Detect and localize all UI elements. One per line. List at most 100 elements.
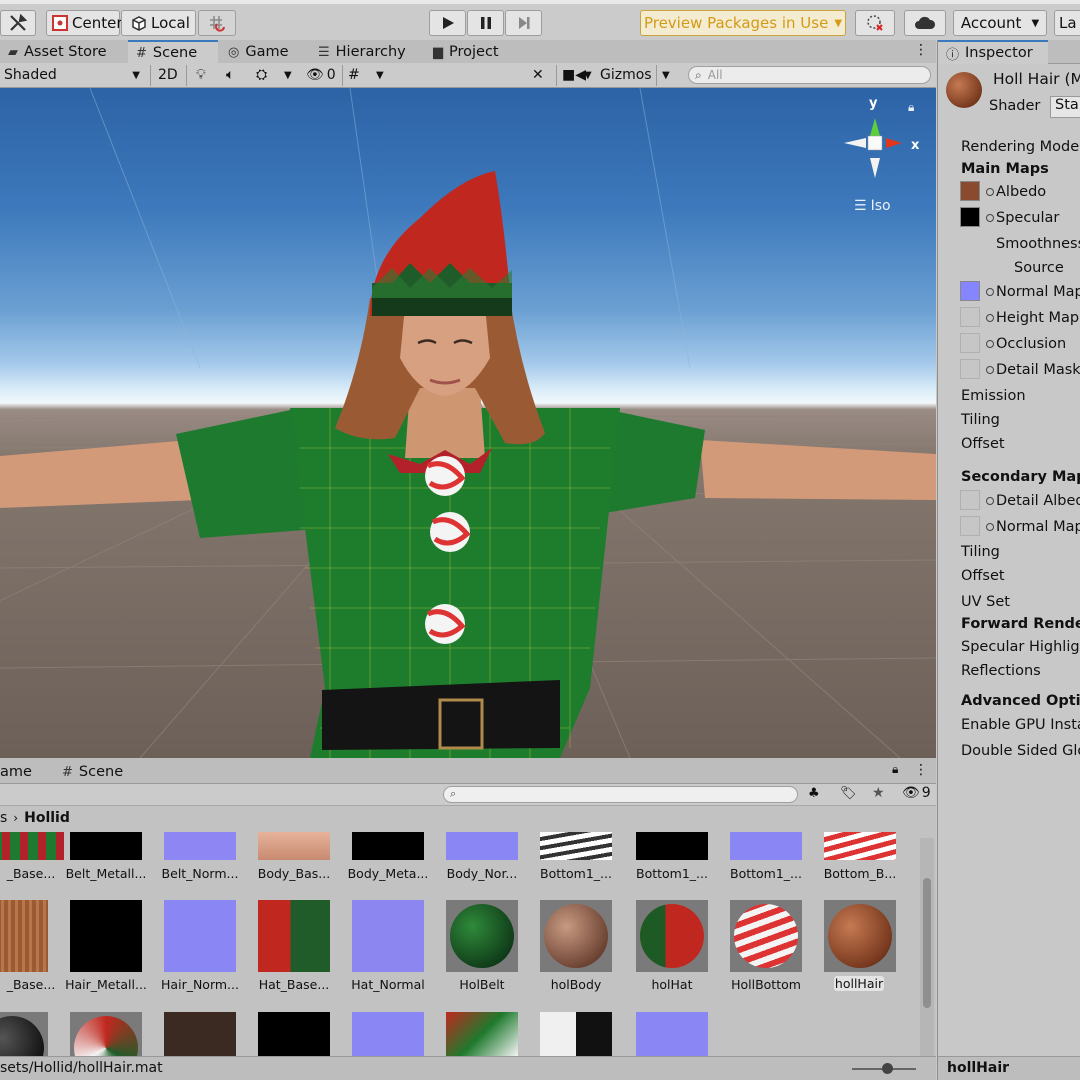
asset-thumbnail[interactable] — [258, 1012, 330, 1056]
effects-dropdown[interactable]: ▼ — [284, 65, 292, 85]
more-options-icon[interactable]: ⋮ — [914, 42, 928, 58]
asset-thumbnail[interactable] — [70, 832, 142, 860]
gizmos-button[interactable]: Gizmos — [600, 65, 652, 85]
asset-thumbnail[interactable] — [352, 1012, 424, 1056]
filter-by-label-icon[interactable]: 🏷︎ — [840, 786, 857, 801]
asset-thumbnail[interactable] — [258, 832, 330, 860]
lighting-toggle[interactable]: 💡︎ — [196, 65, 206, 85]
favorite-star-icon[interactable]: ★ — [872, 785, 885, 801]
asset-thumbnail[interactable] — [70, 900, 142, 972]
occlusion-slot[interactable] — [960, 333, 980, 353]
normal-map-picker-icon[interactable] — [986, 288, 994, 296]
scrollbar-thumb[interactable] — [923, 878, 931, 1008]
play-button[interactable] — [429, 10, 466, 36]
asset-thumbnail[interactable] — [164, 832, 236, 860]
breadcrumb-prev[interactable]: s — [0, 810, 7, 826]
asset-thumbnail[interactable] — [70, 1012, 142, 1056]
more-options-icon[interactable]: ⋮ — [914, 762, 928, 778]
hidden-objects-toggle[interactable]: 👁︎ 0 — [306, 65, 336, 85]
scene-viewport[interactable]: y x ☰ Iso 🔒︎ — [0, 88, 936, 758]
specular-texture-slot[interactable] — [960, 207, 980, 227]
preview-packages-dropdown[interactable]: Preview Packages in Use ▼ — [640, 10, 846, 36]
asset-thumbnail[interactable] — [824, 832, 896, 860]
camera-button[interactable]: ■◀ — [562, 65, 586, 85]
asset-thumbnail[interactable] — [446, 832, 518, 860]
asset-thumbnail[interactable] — [258, 900, 330, 972]
tab-scene-bottom[interactable]: # Scene — [54, 760, 138, 784]
detail-mask-picker-icon[interactable] — [986, 366, 994, 374]
albedo-picker-icon[interactable] — [986, 188, 994, 196]
shader-dropdown[interactable]: Star — [1050, 96, 1080, 118]
audio-toggle[interactable]: 🔈︎ — [226, 65, 234, 85]
tab-inspector[interactable]: ⓘ Inspector — [938, 40, 1048, 64]
thumbnail-size-slider[interactable] — [852, 1063, 916, 1074]
asset-thumbnail[interactable] — [636, 1012, 708, 1056]
detail-albedo-picker-icon[interactable] — [986, 497, 994, 505]
gizmos-dropdown[interactable]: ▼ — [662, 65, 670, 85]
project-scrollbar[interactable] — [920, 838, 934, 1058]
normal-map-slot[interactable] — [960, 281, 980, 301]
collab-button[interactable] — [855, 10, 895, 36]
grid-dropdown[interactable]: ▼ — [376, 65, 384, 85]
asset-thumbnail[interactable] — [636, 832, 708, 860]
tools-button[interactable] — [0, 10, 36, 36]
secondary-normal-picker-icon[interactable] — [986, 523, 994, 531]
specular-picker-icon[interactable] — [986, 214, 994, 222]
asset-thumbnail[interactable] — [0, 900, 48, 972]
secondary-normal-map-slot[interactable] — [960, 516, 980, 536]
asset-thumbnail[interactable] — [352, 900, 424, 972]
layers-dropdown[interactable]: La — [1054, 10, 1080, 36]
grid-snap-button[interactable] — [198, 10, 236, 36]
search-icon: ⌕ — [695, 67, 702, 82]
scene-tools-button[interactable]: ✕ — [532, 65, 544, 85]
albedo-texture-slot[interactable] — [960, 181, 980, 201]
grid-toggle[interactable]: # — [348, 65, 360, 85]
asset-thumbnail[interactable] — [636, 900, 708, 972]
tab-game-bottom[interactable]: ame — [0, 760, 38, 784]
tab-scene-bottom-label: Scene — [78, 764, 124, 780]
height-map-picker-icon[interactable] — [986, 314, 994, 322]
pivot-local-button[interactable]: Local — [121, 10, 196, 36]
pause-button[interactable] — [467, 10, 504, 36]
height-map-slot[interactable] — [960, 307, 980, 327]
asset-thumbnail[interactable] — [164, 900, 236, 972]
slider-handle[interactable] — [882, 1063, 893, 1074]
effects-toggle[interactable]: ⛭ — [256, 65, 267, 85]
scene-search-placeholder: All — [707, 68, 723, 82]
tab-project[interactable]: ▆ Project — [425, 40, 515, 64]
occlusion-picker-icon[interactable] — [986, 340, 994, 348]
filter-by-type-icon[interactable]: ♣ — [808, 786, 820, 801]
tab-asset-store[interactable]: ▰ Asset Store — [0, 40, 126, 64]
asset-thumbnail[interactable] — [446, 900, 518, 972]
scene-search-input[interactable]: ⌕ All — [688, 66, 931, 84]
project-search-input[interactable]: ⌕ — [443, 786, 798, 803]
breadcrumb-current[interactable]: Hollid — [24, 810, 70, 826]
camera-dropdown[interactable]: ▼ — [584, 65, 592, 85]
tab-hierarchy[interactable]: ☰ Hierarchy — [310, 40, 422, 64]
step-button[interactable] — [505, 10, 542, 36]
asset-thumbnail[interactable] — [540, 900, 612, 972]
cloud-button[interactable] — [904, 10, 946, 36]
detail-albedo-slot[interactable] — [960, 490, 980, 510]
shading-mode-dropdown[interactable]: Shaded ▼ — [4, 65, 144, 85]
asset-thumbnail[interactable] — [0, 832, 64, 860]
projection-toggle[interactable]: ☰ Iso — [854, 198, 891, 214]
asset-thumbnail[interactable] — [540, 832, 612, 860]
asset-thumbnail-selected[interactable] — [824, 900, 896, 972]
asset-thumbnail[interactable] — [730, 832, 802, 860]
pivot-center-button[interactable]: Center — [46, 10, 123, 36]
account-dropdown[interactable]: Account ▼ — [953, 10, 1047, 36]
lock-icon[interactable]: 🔒︎ — [892, 762, 898, 777]
hidden-packages-toggle[interactable]: 👁︎ 9 — [902, 785, 931, 801]
asset-thumbnail[interactable] — [446, 1012, 518, 1056]
tab-game[interactable]: ◎ Game — [220, 40, 302, 64]
2d-toggle[interactable]: 2D — [158, 65, 178, 85]
asset-thumbnail[interactable] — [352, 832, 424, 860]
detail-mask-slot[interactable] — [960, 359, 980, 379]
asset-thumbnail[interactable] — [730, 900, 802, 972]
asset-thumbnail[interactable] — [164, 1012, 236, 1056]
tab-scene[interactable]: # Scene — [128, 40, 218, 64]
asset-thumbnail[interactable] — [540, 1012, 612, 1056]
asset-thumbnail[interactable] — [0, 1012, 48, 1080]
lock-icon[interactable]: 🔒︎ — [908, 100, 914, 115]
